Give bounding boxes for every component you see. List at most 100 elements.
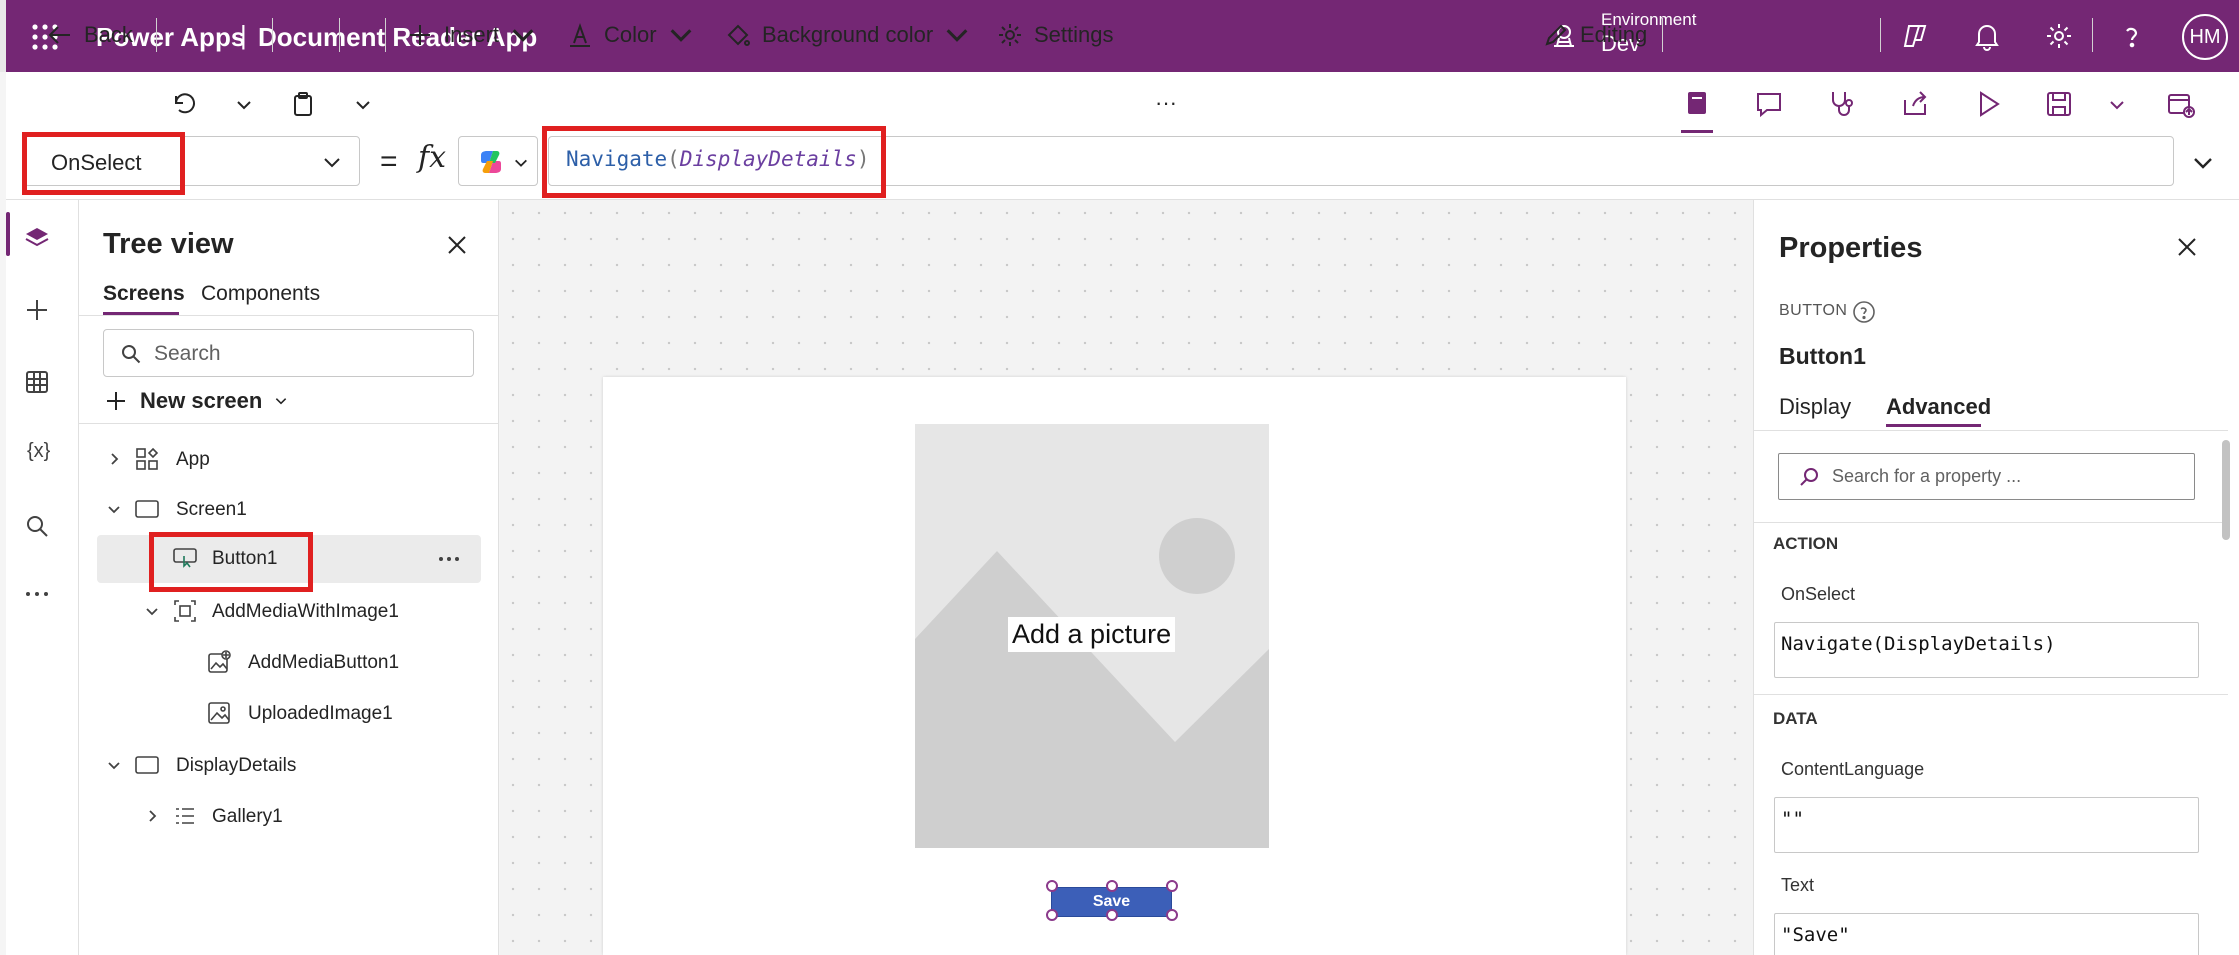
tree-node-label: DisplayDetails xyxy=(176,755,297,776)
tree-search-input[interactable]: Search xyxy=(103,329,474,377)
more-options-icon[interactable] xyxy=(436,550,462,568)
properties-title: Properties xyxy=(1779,232,1923,264)
close-icon[interactable] xyxy=(444,232,470,258)
resize-handle[interactable] xyxy=(1166,880,1178,892)
property-dropdown[interactable]: OnSelect xyxy=(24,136,360,186)
toolbar-divider xyxy=(1662,18,1663,52)
comments-icon[interactable] xyxy=(1753,88,1785,120)
insert-plus-icon[interactable] xyxy=(22,295,52,325)
text-color-icon xyxy=(570,22,590,47)
undo-icon[interactable] xyxy=(170,90,198,118)
settings-button[interactable]: Settings xyxy=(996,18,1114,52)
color-button[interactable]: Color xyxy=(566,18,695,52)
tree-node-label: UploadedImage1 xyxy=(248,703,393,724)
resize-handle[interactable] xyxy=(1166,909,1178,921)
screen-icon xyxy=(135,756,159,774)
resize-handle[interactable] xyxy=(1046,909,1058,921)
chevron-down-icon xyxy=(515,159,527,167)
active-indicator xyxy=(1681,130,1713,133)
chevron-down-icon xyxy=(276,398,287,405)
formula-text[interactable]: Navigate(DisplayDetails) xyxy=(566,147,869,171)
selected-tree-row[interactable] xyxy=(97,535,481,583)
chevron-down-icon xyxy=(512,29,534,42)
divider xyxy=(79,315,499,316)
chevron-right-icon[interactable] xyxy=(106,451,122,467)
insert-button[interactable]: Insert xyxy=(406,18,537,52)
copilot-formula-button[interactable] xyxy=(458,136,538,186)
property-label-onselect: OnSelect xyxy=(1781,584,1856,604)
chevron-down-icon xyxy=(324,158,340,168)
stethoscope-icon[interactable] xyxy=(1825,88,1857,120)
image-icon xyxy=(208,702,230,724)
resize-handle[interactable] xyxy=(1106,880,1118,892)
notifications-bell-icon[interactable] xyxy=(1971,20,2003,52)
control-name[interactable]: Button1 xyxy=(1779,343,1866,370)
chevron-down-icon[interactable] xyxy=(106,501,122,517)
property-value-text[interactable]: "Save" xyxy=(1774,913,2199,955)
search-icon[interactable] xyxy=(22,511,52,541)
divider xyxy=(1753,430,2228,431)
toolbar-divider xyxy=(156,18,157,52)
resize-handle[interactable] xyxy=(1106,909,1118,921)
arrow-left-icon xyxy=(48,26,70,44)
add-picture-label[interactable]: Add a picture xyxy=(1008,617,1176,652)
formula-function: Navigate xyxy=(566,147,668,171)
chevron-right-icon[interactable] xyxy=(144,808,160,824)
tree-node-label: Gallery1 xyxy=(212,806,283,827)
play-preview-icon[interactable] xyxy=(1972,88,2004,120)
paste-clipboard-icon[interactable] xyxy=(289,90,317,118)
toolbar-divider xyxy=(339,18,340,52)
section-data-header: DATA xyxy=(1773,709,1818,728)
layers-tree-view-icon[interactable] xyxy=(22,223,52,253)
publish-icon[interactable] xyxy=(2164,88,2196,120)
properties-scrollbar[interactable] xyxy=(2222,440,2230,540)
property-selected-value: OnSelect xyxy=(51,150,142,175)
divider xyxy=(1753,694,2228,695)
save-menu-chevron-down-icon[interactable] xyxy=(2108,96,2126,114)
more-commands-button[interactable]: ··· xyxy=(1155,90,1177,116)
help-circle-icon[interactable] xyxy=(1852,300,1876,324)
user-avatar[interactable]: HM xyxy=(2182,14,2228,60)
fill-bucket-icon xyxy=(727,24,750,46)
save-icon[interactable] xyxy=(2043,88,2075,120)
variables-icon[interactable]: {x} xyxy=(27,440,50,463)
property-value-contentlanguage[interactable]: "" xyxy=(1774,797,2199,853)
app-checker-notebook-icon[interactable] xyxy=(1681,88,1713,120)
paste-menu-chevron-down-icon[interactable] xyxy=(354,96,372,114)
more-icon[interactable] xyxy=(22,579,52,609)
back-button[interactable]: Back xyxy=(46,18,133,52)
share-icon[interactable] xyxy=(1899,88,1931,120)
expand-formula-chevron-down-icon[interactable] xyxy=(2190,150,2216,176)
insert-label: Insert xyxy=(444,22,500,47)
copilot-icon xyxy=(481,151,501,173)
tree-view-title: Tree view xyxy=(103,228,234,260)
tab-display[interactable]: Display xyxy=(1779,394,1851,420)
chevron-down-icon xyxy=(670,29,692,42)
divider xyxy=(1753,522,2228,523)
color-label: Color xyxy=(604,22,657,47)
tab-advanced[interactable]: Advanced xyxy=(1886,394,1991,420)
data-table-icon[interactable] xyxy=(22,367,52,397)
help-icon[interactable] xyxy=(2116,20,2148,52)
divider xyxy=(79,423,499,424)
group-icon xyxy=(174,600,196,622)
editing-mode-button[interactable]: Editing xyxy=(1542,18,1647,52)
undo-menu-chevron-down-icon[interactable] xyxy=(235,96,253,114)
copilot-icon[interactable] xyxy=(1899,20,1931,52)
resize-handle[interactable] xyxy=(1046,880,1058,892)
back-label: Back xyxy=(84,22,133,47)
new-screen-button[interactable]: New screen xyxy=(104,388,288,414)
plus-icon xyxy=(107,392,125,410)
close-icon[interactable] xyxy=(2174,234,2200,260)
settings-gear-icon[interactable] xyxy=(2043,20,2075,52)
background-color-button[interactable]: Background color xyxy=(724,18,971,52)
property-search-input[interactable]: Search for a property ... xyxy=(1778,453,2195,500)
tab-components[interactable]: Components xyxy=(201,282,320,306)
title-separator: | xyxy=(240,20,247,50)
chevron-down-icon[interactable] xyxy=(144,603,160,619)
tab-screens[interactable]: Screens xyxy=(103,282,185,306)
formula-close-paren: ) xyxy=(856,147,870,171)
toolbar-divider xyxy=(2092,18,2093,52)
property-value-onselect[interactable]: Navigate(DisplayDetails) xyxy=(1774,622,2199,678)
chevron-down-icon[interactable] xyxy=(106,757,122,773)
